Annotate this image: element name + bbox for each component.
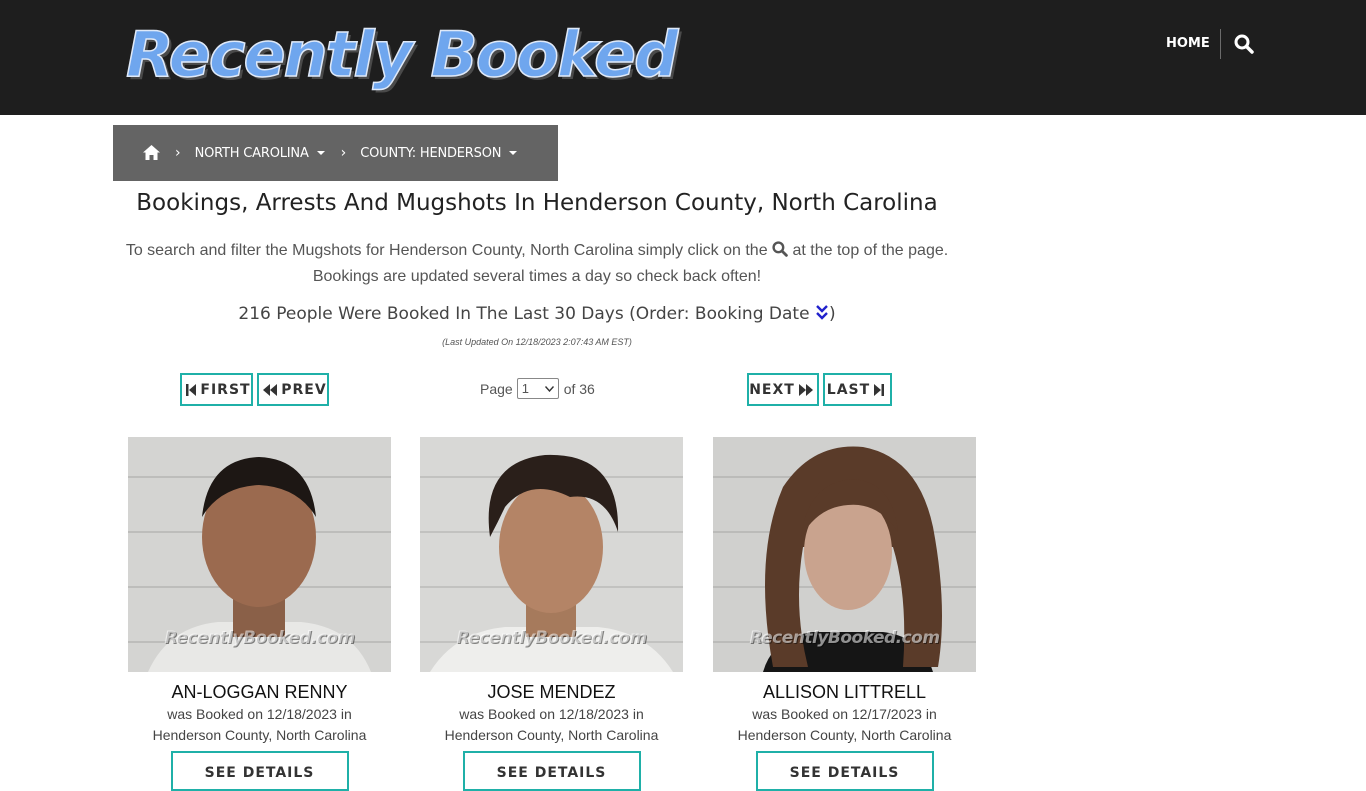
watermark-label: RecentlyBooked.com — [749, 628, 940, 648]
forward-icon — [798, 383, 813, 396]
next-page-button[interactable]: NEXT — [747, 373, 819, 406]
see-details-button[interactable]: SEE DETAILS — [462, 751, 641, 791]
booking-date-text: was Booked on 12/18/2023 in — [167, 706, 352, 722]
page-title: Bookings, Arrests And Mugshots In Hender… — [136, 190, 938, 216]
breadcrumb: › NORTH CAROLINA › COUNTY: HENDERSON — [113, 125, 558, 181]
breadcrumb-state-dropdown[interactable]: NORTH CAROLINA — [195, 146, 325, 161]
caret-down-icon — [509, 151, 518, 155]
first-button-label: FIRST — [200, 381, 251, 398]
watermark-label: RecentlyBooked.com — [456, 628, 647, 648]
watermark-label: RecentlyBooked.com — [164, 628, 355, 648]
booking-count-close: ) — [828, 304, 836, 324]
step-backward-icon — [186, 383, 197, 396]
prev-page-button[interactable]: PREV — [257, 373, 329, 406]
chevron-right-icon: › — [340, 145, 347, 161]
booking-card: RecentlyBooked.com ALLISON LITTRELL was … — [713, 437, 976, 791]
mugshot-photo[interactable]: RecentlyBooked.com — [128, 437, 391, 672]
search-icon[interactable] — [1234, 34, 1256, 56]
prev-button-label: PREV — [281, 381, 327, 398]
sort-order-icon[interactable] — [815, 305, 829, 326]
booking-count: 216 People Were Booked In The Last 30 Da… — [113, 304, 961, 326]
booking-card: RecentlyBooked.com JOSE MENDEZ was Booke… — [420, 437, 683, 791]
person-name[interactable]: ALLISON LITTRELL — [713, 682, 976, 703]
see-details-button[interactable]: SEE DETAILS — [170, 751, 349, 791]
booking-card: RecentlyBooked.com AN-LOGGAN RENNY was B… — [128, 437, 391, 791]
chevron-right-icon: › — [175, 145, 181, 161]
last-updated: (Last Updated On 12/18/2023 2:07:43 AM E… — [442, 337, 632, 347]
last-button-label: LAST — [826, 381, 871, 398]
booking-count-text: 216 People Were Booked In The Last 30 Da… — [238, 304, 810, 324]
booking-location: Henderson County, North Carolina — [444, 727, 659, 743]
booking-location: Henderson County, North Carolina — [152, 727, 367, 743]
see-details-button[interactable]: SEE DETAILS — [755, 751, 934, 791]
current-page-value: 1 — [521, 381, 529, 396]
mugshot-photo[interactable]: RecentlyBooked.com — [713, 437, 976, 672]
description-text-start: To search and filter the Mugshots for He… — [125, 242, 768, 259]
mugshot-photo[interactable]: RecentlyBooked.com — [420, 437, 683, 672]
breadcrumb-county-dropdown[interactable]: COUNTY: HENDERSON — [360, 145, 518, 161]
first-page-button[interactable]: FIRST — [180, 373, 253, 406]
step-forward-icon — [874, 383, 885, 396]
breadcrumb-county-label: COUNTY: HENDERSON — [360, 145, 502, 161]
page-label: Page — [480, 380, 513, 397]
booking-date-text: was Booked on 12/17/2023 in — [752, 706, 937, 722]
last-page-button[interactable]: LAST — [823, 373, 892, 406]
booking-date-text: was Booked on 12/18/2023 in — [459, 706, 644, 722]
person-name[interactable]: JOSE MENDEZ — [420, 682, 683, 703]
site-logo[interactable]: Recently Booked — [125, 17, 679, 92]
nav-divider — [1220, 29, 1221, 59]
person-name[interactable]: AN-LOGGAN RENNY — [128, 682, 391, 703]
caret-down-icon — [316, 151, 325, 155]
next-button-label: NEXT — [749, 381, 795, 398]
site-header: Recently Booked HOME — [0, 0, 1366, 115]
nav-home-link[interactable]: HOME — [1166, 36, 1210, 51]
page-selector: Page 1 of 36 — [480, 378, 595, 399]
booking-location: Henderson County, North Carolina — [737, 727, 952, 743]
backward-icon — [263, 383, 278, 396]
total-pages-label: of 36 — [563, 380, 595, 397]
home-icon[interactable] — [143, 145, 160, 161]
search-icon — [772, 241, 788, 257]
breadcrumb-state-label: NORTH CAROLINA — [194, 145, 309, 161]
page-select-dropdown[interactable]: 1 — [516, 378, 559, 399]
page-description: To search and filter the Mugshots for He… — [113, 238, 961, 290]
chevron-down-icon — [544, 385, 554, 392]
